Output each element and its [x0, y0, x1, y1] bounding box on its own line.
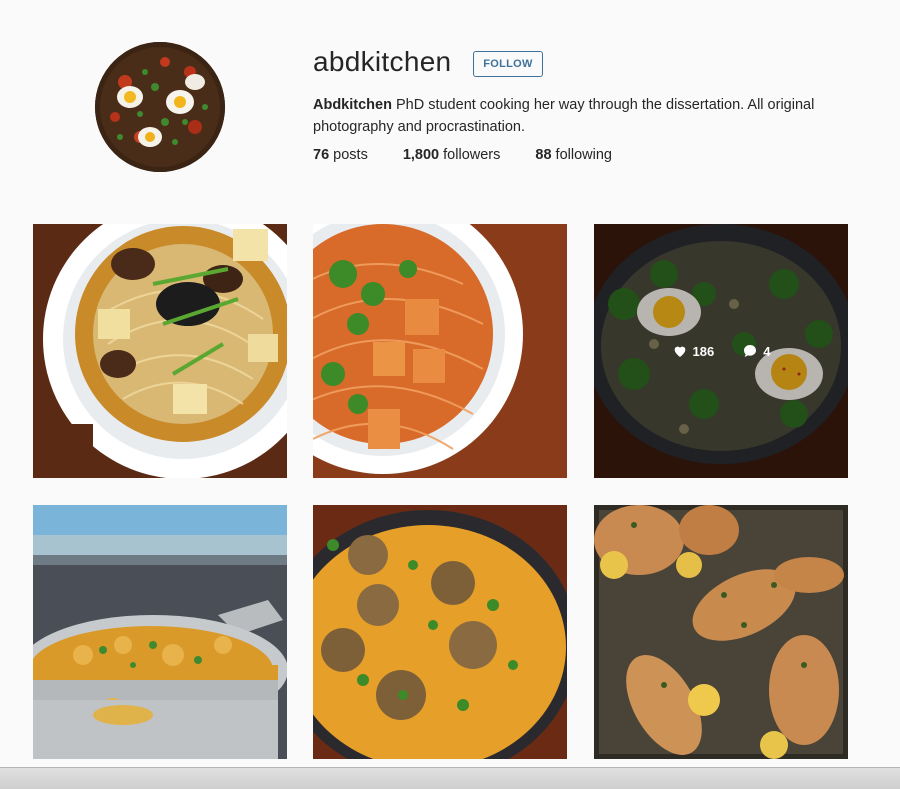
profile-avatar[interactable]	[95, 42, 225, 172]
posts-stat[interactable]: 76 posts	[313, 147, 368, 163]
grid-post-meatballs-curry[interactable]	[313, 505, 567, 759]
likes-value: 186	[692, 343, 715, 359]
follow-button[interactable]: FOLLOW	[473, 51, 543, 77]
profile-bio: Abdkitchen PhD student cooking her way t…	[313, 94, 833, 138]
posts-count: 76	[313, 147, 330, 163]
posts-label: posts	[329, 147, 368, 163]
grid-post-roast-chicken[interactable]	[594, 505, 848, 759]
profile-stats: 76 posts 1,800 followers 88 following	[313, 147, 647, 163]
likes-count: 186	[672, 343, 715, 359]
followers-stat[interactable]: 1,800 followers	[403, 147, 501, 163]
window-bottom-bar	[0, 767, 900, 789]
followers-label: followers	[439, 147, 501, 163]
bio-name: Abdkitchen	[313, 97, 392, 113]
post-hover-overlay: 186 4	[594, 224, 848, 478]
comments-value: 4	[763, 343, 771, 359]
followers-count: 1,800	[402, 147, 440, 163]
comment-icon	[744, 345, 757, 357]
following-count: 88	[535, 147, 552, 163]
following-stat[interactable]: 88 following	[535, 147, 612, 163]
heart-icon	[674, 346, 685, 357]
comments-count: 4	[742, 343, 770, 359]
profile-username: abdkitchen	[313, 46, 452, 77]
grid-post-stew-pan[interactable]	[33, 505, 287, 759]
following-label: following	[551, 147, 612, 163]
grid-post-eggs-lentils[interactable]: 186 4	[594, 224, 848, 478]
grid-post-ramen-bowl[interactable]	[33, 224, 287, 478]
grid-post-tofu-noodles[interactable]	[313, 224, 567, 478]
